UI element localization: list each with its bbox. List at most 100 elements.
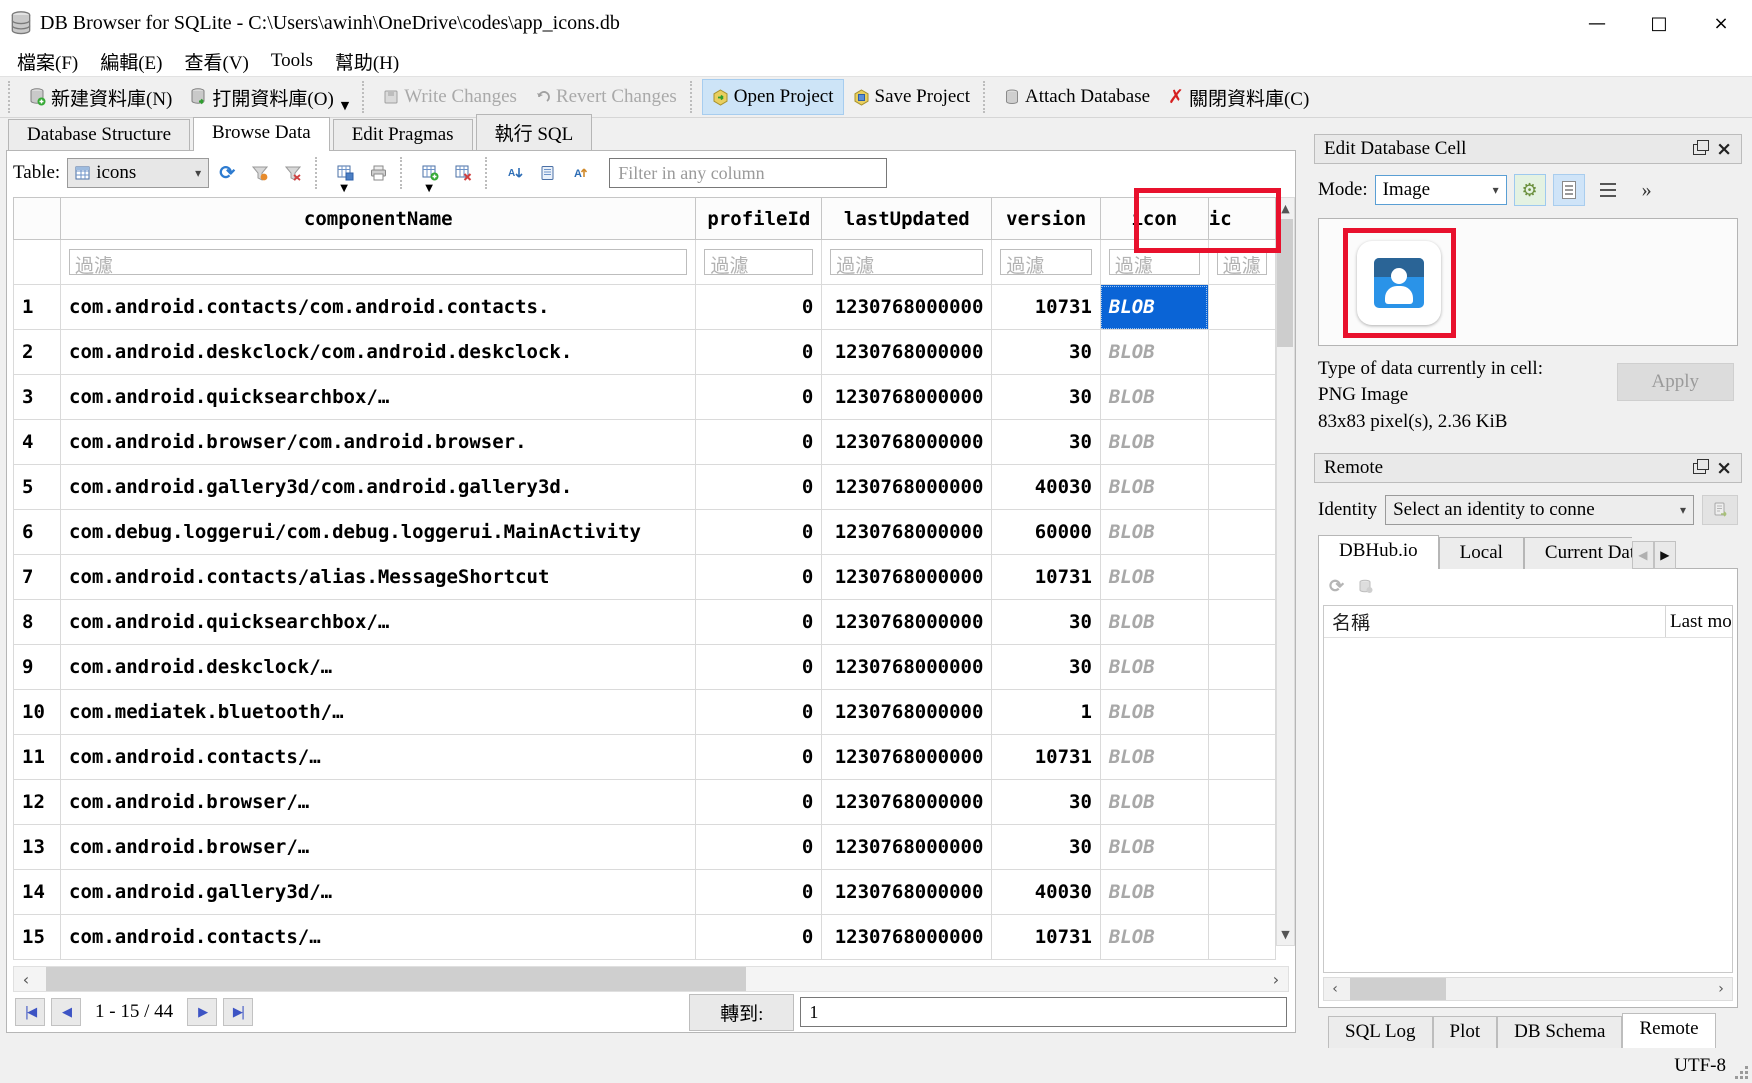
dock-tab-sql-log[interactable]: SQL Log: [1328, 1016, 1433, 1048]
componentName-cell[interactable]: com.android.quicksearchbox/…: [61, 600, 696, 645]
filter-funnel-button[interactable]: [245, 158, 275, 188]
row-number-cell[interactable]: 2: [14, 330, 61, 375]
close-database-button[interactable]: ✗ 關閉資料庫(C): [1159, 78, 1318, 117]
lastUpdated-cell[interactable]: 1230768000000: [822, 420, 992, 465]
float-panel-icon[interactable]: [1693, 144, 1706, 155]
profileId-cell[interactable]: 0: [696, 915, 822, 960]
row-number-cell[interactable]: 10: [14, 690, 61, 735]
menu-view[interactable]: 查看(V): [174, 46, 260, 77]
profileId-cell[interactable]: 0: [696, 600, 822, 645]
profileId-cell[interactable]: 0: [696, 690, 822, 735]
import-certificate-button[interactable]: [1702, 495, 1738, 525]
lastUpdated-cell[interactable]: 1230768000000: [822, 600, 992, 645]
apply-button[interactable]: Apply: [1617, 363, 1735, 401]
lastUpdated-cell[interactable]: 1230768000000: [822, 825, 992, 870]
filter-input-lastUpdated[interactable]: 過濾: [830, 249, 983, 275]
remote-scroll-right-icon[interactable]: ›: [1710, 981, 1732, 997]
revert-changes-button[interactable]: Revert Changes: [526, 80, 686, 114]
format-button[interactable]: A: [566, 158, 596, 188]
clear-filter-button[interactable]: [278, 158, 308, 188]
version-cell[interactable]: 40030: [992, 465, 1100, 510]
print-button[interactable]: [363, 158, 393, 188]
dock-tab-plot[interactable]: Plot: [1433, 1016, 1498, 1048]
edit-cell-toggle-button[interactable]: [533, 158, 563, 188]
row-number-cell[interactable]: 1: [14, 285, 61, 330]
resize-grip[interactable]: [1745, 1076, 1748, 1079]
lastUpdated-cell[interactable]: 1230768000000: [822, 465, 992, 510]
row-number-cell[interactable]: 15: [14, 915, 61, 960]
row-number-cell[interactable]: 12: [14, 780, 61, 825]
componentName-cell[interactable]: com.android.contacts/…: [61, 735, 696, 780]
componentName-cell[interactable]: com.android.quicksearchbox/…: [61, 375, 696, 420]
scroll-down-icon[interactable]: ▼: [1281, 924, 1289, 945]
version-cell[interactable]: 30: [992, 420, 1100, 465]
write-changes-button[interactable]: Write Changes: [374, 80, 526, 114]
componentName-cell[interactable]: com.android.browser/…: [61, 825, 696, 870]
remote-list-header-name[interactable]: 名稱: [1324, 606, 1666, 637]
global-filter-input[interactable]: [609, 158, 887, 188]
filter-input-componentName[interactable]: 過濾: [69, 249, 687, 275]
icon-blob-cell[interactable]: BLOB: [1100, 645, 1208, 690]
float-panel-icon[interactable]: [1693, 463, 1706, 474]
text-mode-button[interactable]: [1553, 174, 1585, 206]
icon-blob-cell[interactable]: BLOB: [1100, 870, 1208, 915]
goto-button[interactable]: 轉到:: [689, 994, 794, 1031]
icon-blob-cell[interactable]: BLOB: [1100, 735, 1208, 780]
filter-input-profileId[interactable]: 過濾: [704, 249, 813, 275]
column-header-profileId[interactable]: profileId: [696, 198, 822, 240]
insert-record-button[interactable]: ▼: [415, 158, 445, 188]
close-button[interactable]: ×: [1690, 0, 1752, 46]
componentName-cell[interactable]: com.android.deskclock/com.android.deskcl…: [61, 330, 696, 375]
icon-blob-cell[interactable]: BLOB: [1100, 420, 1208, 465]
icon-blob-cell[interactable]: BLOB: [1100, 915, 1208, 960]
partial-cell[interactable]: [1208, 600, 1275, 645]
profileId-cell[interactable]: 0: [696, 735, 822, 780]
version-cell[interactable]: 60000: [992, 510, 1100, 555]
row-number-cell[interactable]: 7: [14, 555, 61, 600]
partial-cell[interactable]: [1208, 735, 1275, 780]
mode-select[interactable]: Image ▾: [1375, 175, 1507, 205]
profileId-cell[interactable]: 0: [696, 330, 822, 375]
identity-select[interactable]: Select an identity to conne ▾: [1385, 495, 1694, 525]
save-results-button[interactable]: ▼: [330, 158, 360, 188]
row-number-cell[interactable]: 9: [14, 645, 61, 690]
tab-browse-data[interactable]: Browse Data: [193, 117, 330, 151]
new-database-button[interactable]: 新建資料庫(N): [20, 78, 181, 117]
sort-ascending-button[interactable]: A: [500, 158, 530, 188]
partial-cell[interactable]: [1208, 915, 1275, 960]
partial-cell[interactable]: [1208, 330, 1275, 375]
scroll-left-icon[interactable]: ‹: [14, 970, 38, 989]
tab-scroll-right-button[interactable]: ▶: [1654, 541, 1676, 569]
previous-record-button[interactable]: ◀: [51, 998, 81, 1026]
column-header-componentName[interactable]: componentName: [61, 198, 696, 240]
more-tools-button[interactable]: »: [1631, 174, 1663, 206]
remote-tab-current-database[interactable]: Current Dat: [1524, 537, 1632, 569]
partial-cell[interactable]: [1208, 555, 1275, 600]
profileId-cell[interactable]: 0: [696, 285, 822, 330]
partial-cell[interactable]: [1208, 780, 1275, 825]
lastUpdated-cell[interactable]: 1230768000000: [822, 285, 992, 330]
partial-cell[interactable]: [1208, 465, 1275, 510]
dock-tab-remote[interactable]: Remote: [1622, 1013, 1715, 1048]
profileId-cell[interactable]: 0: [696, 870, 822, 915]
lastUpdated-cell[interactable]: 1230768000000: [822, 690, 992, 735]
componentName-cell[interactable]: com.android.gallery3d/…: [61, 870, 696, 915]
save-results-dropdown-icon[interactable]: ▼: [340, 183, 348, 194]
version-cell[interactable]: 40030: [992, 870, 1100, 915]
lastUpdated-cell[interactable]: 1230768000000: [822, 780, 992, 825]
maximize-button[interactable]: □: [1628, 0, 1690, 46]
lastUpdated-cell[interactable]: 1230768000000: [822, 870, 992, 915]
remote-list-header-last-modified[interactable]: Last mo: [1666, 611, 1732, 633]
icon-blob-cell[interactable]: BLOB: [1100, 330, 1208, 375]
componentName-cell[interactable]: com.android.contacts/alias.MessageShortc…: [61, 555, 696, 600]
componentName-cell[interactable]: com.android.deskclock/…: [61, 645, 696, 690]
open-database-button[interactable]: 打開資料庫(O) ▼: [181, 78, 358, 117]
componentName-cell[interactable]: com.android.contacts/com.android.contact…: [61, 285, 696, 330]
remote-tab-dbhub[interactable]: DBHub.io: [1318, 535, 1439, 569]
tab-scroll-left-button[interactable]: ◀: [1632, 541, 1654, 569]
close-panel-icon[interactable]: ×: [1716, 138, 1732, 160]
save-project-button[interactable]: Save Project: [844, 80, 980, 114]
version-cell[interactable]: 30: [992, 330, 1100, 375]
version-cell[interactable]: 10731: [992, 735, 1100, 780]
encoding-indicator[interactable]: UTF-8: [1674, 1055, 1726, 1077]
